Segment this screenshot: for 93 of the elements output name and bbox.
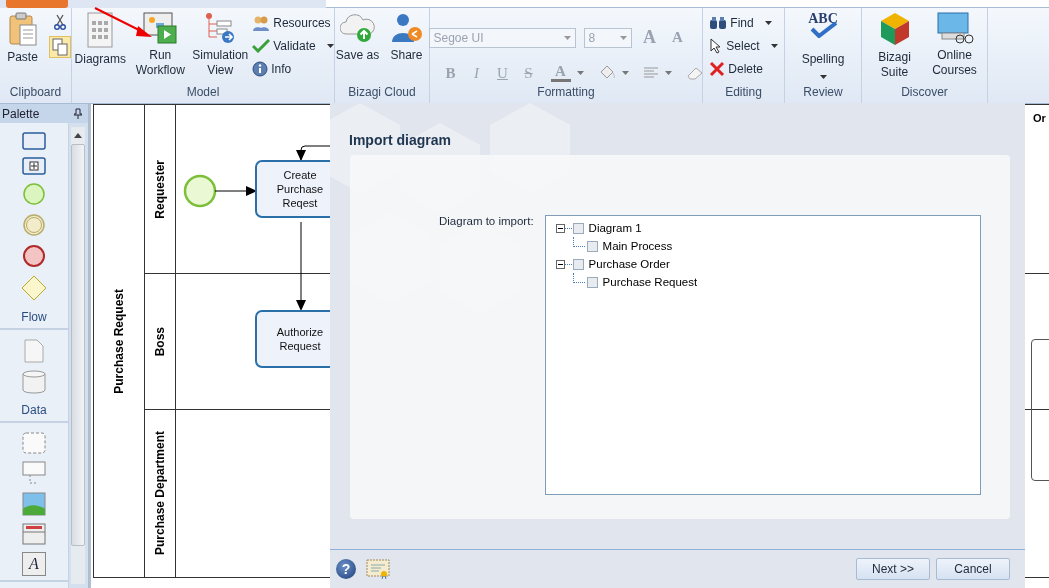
dropdown-arrow-icon [621,71,629,75]
annotation-arrow [94,7,154,39]
checkbox[interactable] [586,276,598,288]
ribbon-button[interactable]: Validate [252,36,334,55]
task-shape-icon[interactable] [22,132,46,150]
tree-item[interactable]: Purchase Request [602,276,698,288]
user-share-icon [390,12,423,44]
palette-section-label[interactable]: Flow [21,308,47,324]
clipboard-icon [7,12,38,46]
flowchart-icon [204,12,237,44]
cloud-upload-icon [339,12,376,44]
ribbon-button[interactable]: Share [384,11,429,85]
ribbon-group-label: Model [185,85,221,101]
ribbon-button[interactable]: Online Courses [926,11,983,85]
tree-item[interactable]: Purchase Order [588,258,670,270]
ribbon-button[interactable]: Delete [709,59,778,78]
tree-item[interactable]: Diagram 1 [588,222,642,234]
subprocess-shape-icon[interactable] [22,157,46,175]
ribbon-button[interactable]: Info [252,59,334,78]
pool-label: Purchase Request [112,288,126,394]
info-icon [252,60,269,77]
header-shape-icon[interactable] [22,523,46,545]
ribbon-group-label: Review [802,85,844,101]
ribbon-button[interactable]: Save as [335,11,380,85]
palette-section-label[interactable]: Data [21,401,47,417]
annotation-shape-icon[interactable] [22,461,46,485]
document-icon[interactable] [24,339,44,363]
intermediate-event-icon[interactable] [22,213,46,237]
task-label: Authorize Request [275,325,325,353]
help-button[interactable]: ? [336,559,356,579]
lane-label: Purchase Department [153,431,167,556]
ribbon-button[interactable]: Resources [252,13,334,32]
ribbon-group-label: Discover [900,85,949,101]
pool-label: Or [1033,112,1046,124]
diagram-tree[interactable]: Diagram 1 Main Process Purchase Order Purchase Request [544,215,981,495]
dropdown-arrow-icon [576,71,584,75]
ribbon-button[interactable]: Run Workflow [132,11,189,85]
dropdown-arrow-icon [664,71,672,75]
start-event-icon[interactable] [22,182,46,206]
certificate-icon[interactable] [366,559,390,579]
checkbox[interactable] [572,258,584,270]
diagrams-icon [85,12,116,48]
collapse-icon[interactable] [555,223,565,233]
people-icon [252,14,271,31]
end-event-icon[interactable] [22,244,46,268]
play-diagram-icon [143,12,178,44]
ribbon-button[interactable]: Diagrams [72,11,129,85]
align-icon[interactable] [642,67,659,79]
dropdown-arrow-icon [819,75,827,79]
lane-label: Requester [153,159,167,219]
text-tool-button[interactable]: A [22,552,46,576]
gateway-diamond-icon[interactable] [21,275,47,301]
pin-icon[interactable] [74,108,82,119]
ribbon-button[interactable]: Simulation View [192,11,249,85]
ribbon-button[interactable]: Find [709,13,778,32]
dropdown-arrow-icon [326,43,334,48]
ribbon-button[interactable]: Bizagi Suite [866,11,923,85]
scroll-up-icon[interactable] [74,133,82,138]
checkbox[interactable] [586,240,598,252]
field-label: Diagram to import: [439,215,534,227]
monitor-glasses-icon [935,12,974,44]
task-label: Create Purchase Reqest [275,168,325,210]
delete-icon [709,60,726,77]
dialog-button[interactable]: Next >> [856,558,930,580]
dropdown-arrow-icon [764,20,772,25]
scissors-icon[interactable] [53,14,67,30]
group-shape-icon[interactable] [22,432,46,454]
palette-title: Palette [2,106,40,121]
dropdown-arrow-icon [770,43,778,48]
ribbon-group-label: Bizagi Cloud [347,85,417,101]
data-store-icon[interactable] [22,370,46,394]
ribbon-button[interactable]: Paste [0,11,45,85]
dropdown-arrow-icon [619,35,627,40]
checkbox[interactable] [572,222,584,234]
dialog-button[interactable]: Cancel [936,558,1010,580]
ribbon-group-label: Clipboard [8,85,63,101]
ribbon-group-label: Formatting [536,85,596,101]
ribbon-button[interactable]: Select [709,36,778,55]
tree-item[interactable]: Main Process [602,240,673,252]
cube-logo-icon [878,12,911,46]
start-event[interactable] [183,174,217,208]
checkmark-icon [252,38,271,53]
eraser-icon[interactable] [685,66,704,80]
collapse-icon[interactable] [555,259,565,269]
ribbon-group-label: Editing [724,85,763,101]
lane-label: Boss [153,326,167,357]
dropdown-arrow-icon [563,35,571,40]
spelling-button[interactable]: ABC Spelling [788,11,858,85]
copy-icon[interactable] [49,36,71,58]
dialog-title: Import diagram [349,132,452,148]
sequence-flow-arrow [215,186,257,196]
image-icon[interactable] [22,492,46,516]
binoculars-icon [709,15,728,30]
